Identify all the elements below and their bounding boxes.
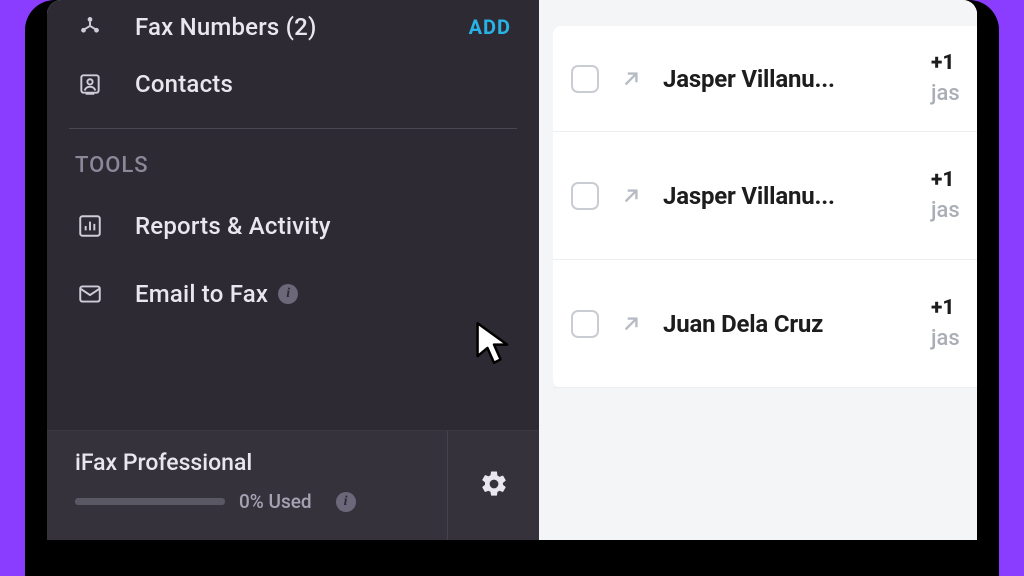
outgoing-arrow-icon: [617, 65, 645, 93]
row-checkbox[interactable]: [571, 310, 599, 338]
detail-text: jas: [931, 81, 977, 106]
sidebar: Fax Numbers (2) ADD Contacts TOOLS: [47, 0, 539, 540]
email-icon: [75, 279, 105, 309]
fax-numbers-icon: [75, 12, 105, 42]
info-icon[interactable]: i: [278, 284, 298, 304]
sidebar-item-fax-numbers[interactable]: Fax Numbers (2) ADD: [47, 0, 539, 50]
usage-bar: [75, 498, 225, 505]
reports-icon: [75, 211, 105, 241]
sidebar-item-reports[interactable]: Reports & Activity: [47, 192, 539, 260]
content-area: Jasper Villanu... +1 jas Jasper Villanu.…: [539, 0, 977, 540]
fax-list: Jasper Villanu... +1 jas Jasper Villanu.…: [553, 26, 977, 388]
plan-footer: iFax Professional 0% Used i: [47, 430, 539, 540]
contacts-icon: [75, 69, 105, 99]
plan-usage: 0% Used i: [75, 490, 423, 513]
row-checkbox[interactable]: [571, 182, 599, 210]
usage-text: 0% Used: [239, 490, 312, 513]
settings-button[interactable]: [447, 431, 539, 540]
sidebar-item-label: Reports & Activity: [135, 212, 331, 240]
detail-text: jas: [931, 198, 977, 223]
contact-name: Juan Dela Cruz: [663, 310, 823, 338]
row-checkbox[interactable]: [571, 65, 599, 93]
add-fax-number-button[interactable]: ADD: [469, 15, 511, 39]
plan-info: iFax Professional 0% Used i: [47, 431, 447, 540]
sidebar-item-label: Email to Fax: [135, 280, 268, 308]
sidebar-item-label: Contacts: [135, 70, 233, 98]
contact-name: Jasper Villanu...: [663, 182, 835, 210]
app-window: Fax Numbers (2) ADD Contacts TOOLS: [47, 0, 977, 540]
sidebar-section-header-tools: TOOLS: [47, 129, 539, 192]
detail-text: jas: [931, 326, 977, 351]
list-item[interactable]: Juan Dela Cruz +1 jas: [553, 260, 977, 388]
outgoing-arrow-icon: [617, 182, 645, 210]
contact-name: Jasper Villanu...: [663, 65, 835, 93]
device-frame: Fax Numbers (2) ADD Contacts TOOLS: [25, 0, 999, 576]
phone-prefix: +1: [931, 51, 977, 75]
list-item[interactable]: Jasper Villanu... +1 jas: [553, 132, 977, 260]
sidebar-item-label: Fax Numbers (2): [135, 13, 317, 41]
row-details: +1 jas: [931, 168, 977, 223]
sidebar-item-email-to-fax[interactable]: Email to Fax i: [47, 260, 539, 328]
list-item[interactable]: Jasper Villanu... +1 jas: [553, 26, 977, 132]
phone-prefix: +1: [931, 168, 977, 192]
sidebar-item-contacts[interactable]: Contacts: [47, 50, 539, 118]
phone-prefix: +1: [931, 296, 977, 320]
row-details: +1 jas: [931, 51, 977, 106]
gear-icon: [479, 469, 509, 503]
plan-title: iFax Professional: [75, 449, 423, 476]
outgoing-arrow-icon: [617, 310, 645, 338]
info-icon[interactable]: i: [336, 492, 356, 512]
row-details: +1 jas: [931, 296, 977, 351]
